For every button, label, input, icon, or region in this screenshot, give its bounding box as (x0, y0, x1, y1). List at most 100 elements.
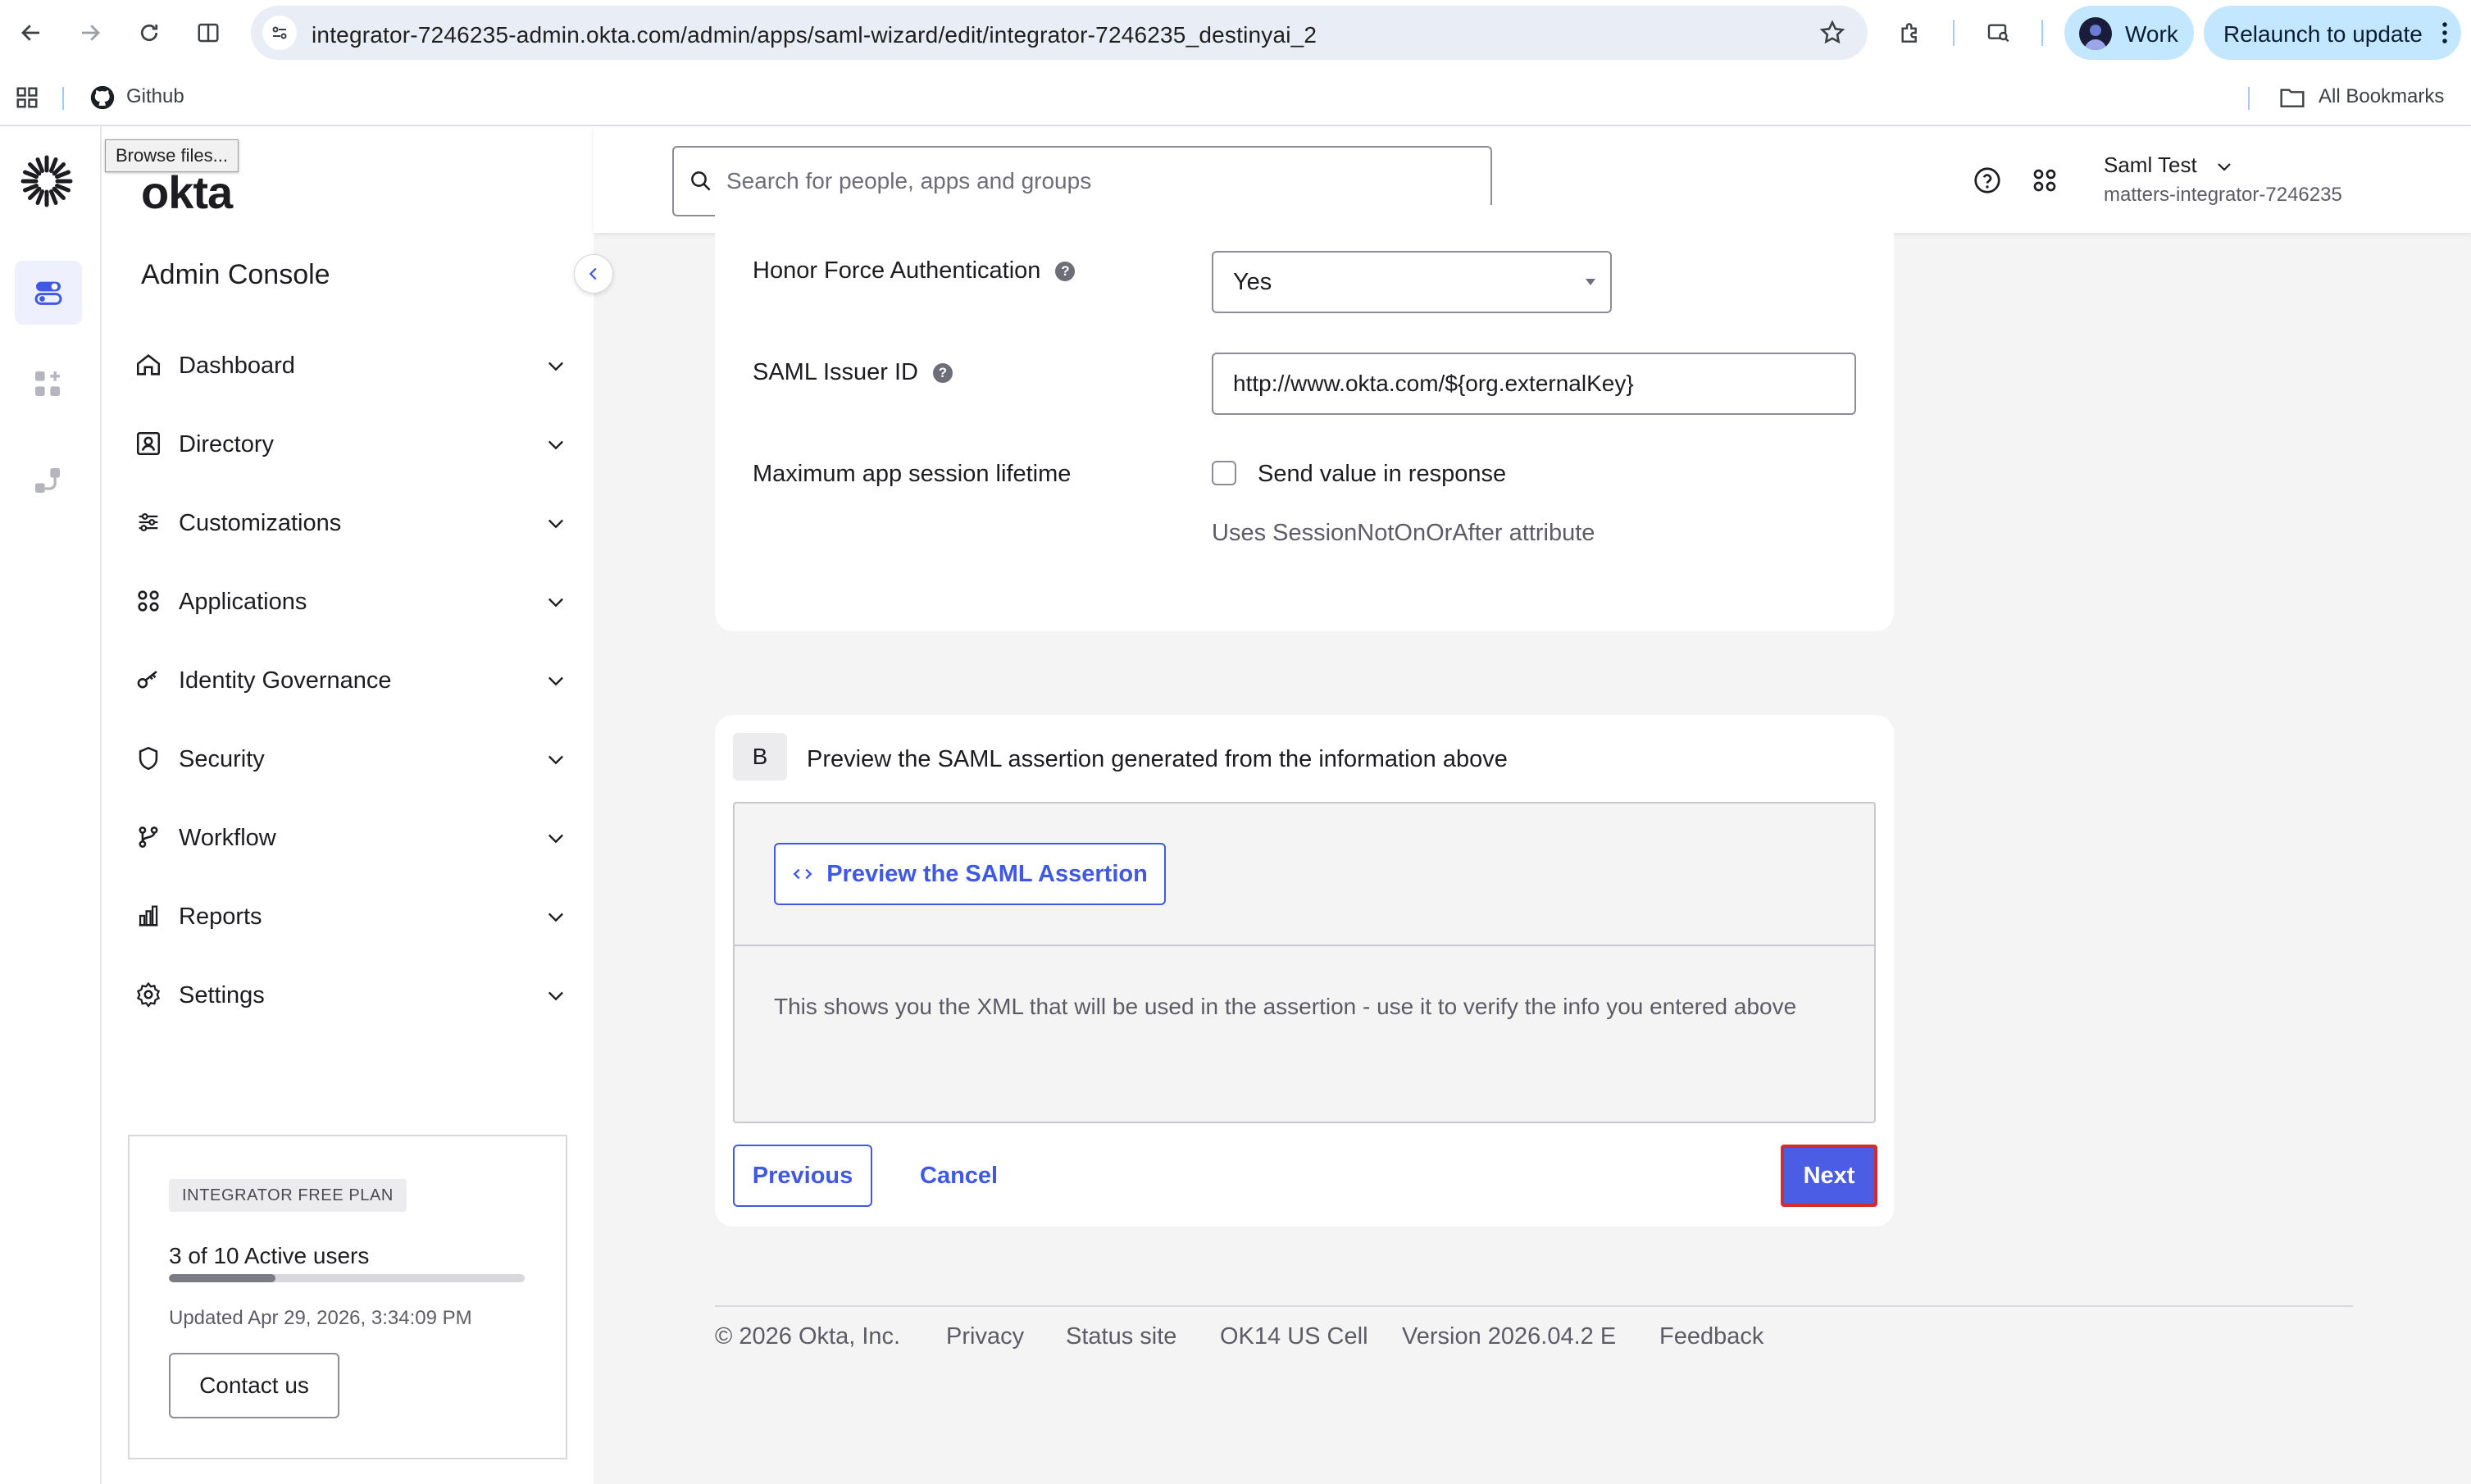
bookmark-divider (62, 87, 64, 110)
previous-button[interactable]: Previous (733, 1145, 872, 1207)
preview-panel: Preview the SAML Assertion This shows yo… (733, 802, 1876, 1123)
chevron-down-icon (544, 433, 567, 456)
preview-saml-assertion-button[interactable]: Preview the SAML Assertion (774, 843, 1166, 905)
sidebar-item-dashboard[interactable]: Dashboard (134, 338, 574, 390)
split-view-icon[interactable] (192, 16, 225, 49)
reload-icon[interactable] (133, 16, 166, 49)
chevron-down-icon (544, 826, 567, 849)
app-switcher-icon[interactable] (2030, 166, 2059, 195)
sliders-icon (134, 508, 162, 536)
chevron-down-icon (544, 748, 567, 771)
footer-divider (715, 1305, 2353, 1307)
chevron-down-icon (544, 354, 567, 377)
kebab-menu-icon[interactable] (2440, 20, 2450, 45)
profile-label: Work (2125, 21, 2178, 47)
lens-search-icon[interactable] (1982, 16, 2015, 49)
sidebar-item-label: Applications (179, 589, 307, 615)
active-users-progress-fill (169, 1274, 276, 1282)
search-icon (689, 169, 713, 193)
address-bar[interactable]: integrator-7246235-admin.okta.com/admin/… (251, 6, 1868, 60)
next-button[interactable]: Next (1781, 1145, 1877, 1207)
sidebar-item-reports[interactable]: Reports (134, 889, 574, 941)
footer-feedback-link[interactable]: Feedback (1659, 1323, 1763, 1350)
user-menu[interactable]: Saml Test (2104, 152, 2234, 178)
sidebar-item-applications[interactable]: Applications (134, 574, 574, 626)
shield-icon (134, 744, 162, 772)
all-bookmarks[interactable]: All Bookmarks (2319, 85, 2444, 108)
okta-wordmark: okta (141, 166, 233, 218)
github-icon (89, 84, 116, 112)
caret-down-icon (1586, 279, 1595, 285)
add-apps-icon[interactable] (31, 367, 64, 400)
sidebar-item-label: Customizations (179, 510, 342, 536)
key-icon (134, 666, 162, 694)
saml-settings-card: Honor Force Authentication? Yes SAML Iss… (715, 205, 1894, 631)
sidebar-item-label: Reports (179, 904, 262, 930)
sidebar-item-identity-governance[interactable]: Identity Governance (134, 653, 574, 705)
sidebar-item-security[interactable]: Security (134, 731, 574, 784)
active-users-count: 3 of 10 Active users (169, 1243, 370, 1268)
toolbar-divider (2041, 20, 2043, 46)
relaunch-button[interactable]: Relaunch to update (2204, 6, 2461, 60)
extensions-icon[interactable] (1894, 16, 1927, 49)
help-icon[interactable]: ? (1055, 262, 1076, 282)
user-name: Saml Test (2104, 152, 2197, 177)
console-title: Admin Console (141, 259, 330, 290)
sidebar-item-customizations[interactable]: Customizations (134, 495, 574, 548)
bookmark-star-icon[interactable] (1818, 19, 1846, 47)
workflow-icon (134, 823, 162, 851)
bookmark-github[interactable]: Github (126, 85, 184, 108)
back-arrow-icon[interactable] (15, 16, 48, 49)
forward-arrow-icon[interactable] (74, 16, 107, 49)
admin-toggle-icon[interactable] (15, 261, 82, 325)
footer-status-link[interactable]: Status site (1066, 1323, 1176, 1350)
sidebar-item-label: Directory (179, 431, 275, 457)
avatar (2079, 17, 2112, 50)
org-name: matters-integrator-7246235 (2104, 184, 2342, 206)
directory-icon (134, 430, 162, 457)
footer-version: Version 2026.04.2 E (1402, 1323, 1617, 1350)
max-session-label: Maximum app session lifetime (753, 461, 1072, 487)
help-icon[interactable]: ? (932, 363, 953, 384)
integrations-icon[interactable] (31, 464, 64, 497)
code-icon (792, 863, 813, 885)
chart-icon (134, 902, 162, 930)
site-info-icon[interactable] (262, 16, 297, 50)
footer-privacy-link[interactable]: Privacy (946, 1323, 1024, 1350)
footer-cell: OK14 US Cell (1220, 1323, 1368, 1350)
profile-chip[interactable]: Work (2064, 6, 2194, 60)
footer-copyright: © 2026 Okta, Inc. (715, 1323, 901, 1350)
collapse-sidebar-button[interactable] (574, 254, 613, 294)
contact-us-button[interactable]: Contact us (169, 1353, 339, 1418)
honor-force-auth-text: Honor Force Authentication (753, 257, 1041, 284)
toolbar-divider (1953, 20, 1955, 46)
sidebar-item-label: Identity Governance (179, 667, 392, 694)
honor-force-auth-select[interactable]: Yes (1212, 251, 1612, 313)
chevron-left-icon (585, 265, 603, 283)
chevron-down-icon (544, 669, 567, 692)
preview-title: Preview the SAML assertion generated fro… (807, 746, 1508, 772)
chevron-down-icon (2214, 157, 2234, 176)
issuer-id-input[interactable] (1212, 353, 1856, 415)
cancel-button[interactable]: Cancel (920, 1163, 998, 1190)
active-users-progress (169, 1274, 525, 1282)
send-value-checkbox[interactable] (1212, 461, 1236, 485)
chevron-down-icon (544, 905, 567, 928)
grid-icon (134, 587, 162, 615)
send-value-label: Send value in response (1258, 461, 1507, 487)
help-icon[interactable] (1973, 166, 2002, 195)
chevron-down-icon (544, 590, 567, 613)
apps-grid-icon[interactable] (15, 85, 39, 110)
browse-files-tooltip: Browse files... (105, 139, 239, 172)
sidebar-item-directory[interactable]: Directory (134, 417, 574, 469)
home-icon (134, 351, 162, 379)
plan-badge: INTEGRATOR FREE PLAN (169, 1179, 407, 1212)
issuer-id-text: SAML Issuer ID (753, 359, 918, 385)
sidebar-item-label: Security (179, 746, 265, 772)
sidebar-item-workflow[interactable]: Workflow (134, 810, 574, 863)
sidebar-item-settings[interactable]: Settings (134, 967, 574, 1020)
honor-force-auth-label: Honor Force Authentication? (753, 257, 1076, 285)
app-rail (0, 126, 102, 1484)
okta-sunburst-logo[interactable] (18, 152, 75, 210)
sidebar-item-label: Workflow (179, 825, 276, 851)
